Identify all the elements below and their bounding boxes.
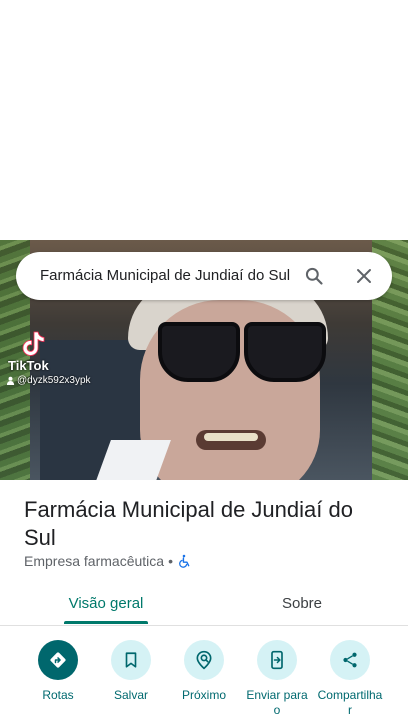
blank-area <box>0 0 408 240</box>
wheelchair-accessible-icon[interactable] <box>177 554 191 568</box>
person-teeth <box>204 433 258 441</box>
separator-dot: • <box>168 553 173 569</box>
nearby-icon <box>196 650 212 670</box>
tab-about-label: Sobre <box>281 594 323 612</box>
save-label: Salvar <box>113 688 148 702</box>
tiktok-brand-text: TikTok <box>8 358 49 373</box>
tiktok-handle-text: @dyzk592x3ypk <box>17 375 91 386</box>
directions-label: Rotas <box>42 688 74 702</box>
share-button[interactable]: Compartilha r <box>313 638 387 720</box>
bookmark-icon <box>125 652 137 668</box>
nearby-label: Próximo <box>181 688 226 702</box>
sunglasses-lens-right <box>244 322 326 382</box>
tab-overview-label: Visão geral <box>68 594 144 612</box>
share-circle <box>330 640 370 680</box>
directions-button[interactable]: Rotas <box>21 638 95 720</box>
search-bar[interactable]: Farmácia Municipal de Jundiaí do Sul <box>16 252 392 300</box>
sunglasses-lens-left <box>158 322 240 382</box>
place-category[interactable]: Empresa farmacêutica <box>24 553 164 569</box>
nearby-button[interactable]: Próximo <box>167 638 241 720</box>
share-label: Compartilha r <box>317 688 383 717</box>
user-icon <box>6 376 15 385</box>
close-button[interactable] <box>350 262 378 290</box>
place-title: Farmácia Municipal de Jundiaí do Sul <box>24 497 353 550</box>
search-input[interactable]: Farmácia Municipal de Jundiaí do Sul <box>40 267 304 284</box>
send-to-phone-icon <box>271 650 283 670</box>
place-subtitle: Empresa farmacêutica • <box>24 553 191 569</box>
send-to-phone-label: Enviar para o <box>246 688 308 717</box>
send-to-phone-circle <box>257 640 297 680</box>
close-icon <box>357 269 371 283</box>
action-bar: Rotas Salvar Próximo Enviar para o Compa… <box>0 638 408 720</box>
search-icon <box>305 267 323 285</box>
directions-circle <box>38 640 78 680</box>
share-icon <box>343 652 357 668</box>
directions-icon <box>50 652 66 668</box>
tab-about[interactable]: Sobre <box>226 580 378 626</box>
tiktok-logo-icon <box>22 331 45 356</box>
tiktok-handle: @dyzk592x3ypk <box>6 375 91 386</box>
send-to-phone-button[interactable]: Enviar para o <box>240 638 314 720</box>
active-tab-indicator <box>64 621 148 624</box>
sunglasses <box>150 322 330 384</box>
tab-bar: Visão geral Sobre <box>0 580 408 626</box>
search-button[interactable] <box>300 262 328 290</box>
nearby-circle <box>184 640 224 680</box>
save-circle <box>111 640 151 680</box>
save-button[interactable]: Salvar <box>94 638 168 720</box>
tiktok-watermark: TikTok @dyzk592x3ypk <box>6 330 106 390</box>
tab-overview[interactable]: Visão geral <box>34 580 178 626</box>
